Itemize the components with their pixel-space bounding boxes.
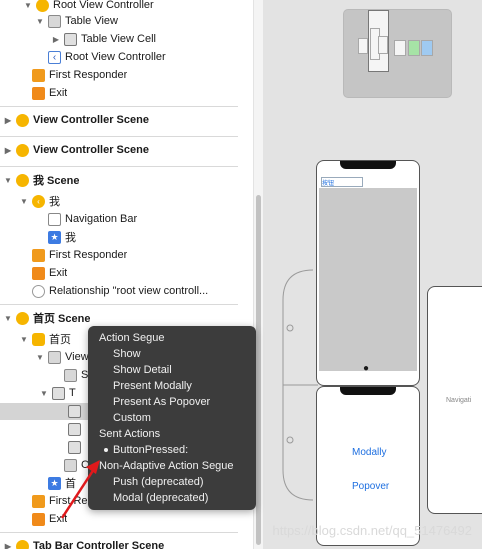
red-arrow-icon <box>60 460 100 519</box>
